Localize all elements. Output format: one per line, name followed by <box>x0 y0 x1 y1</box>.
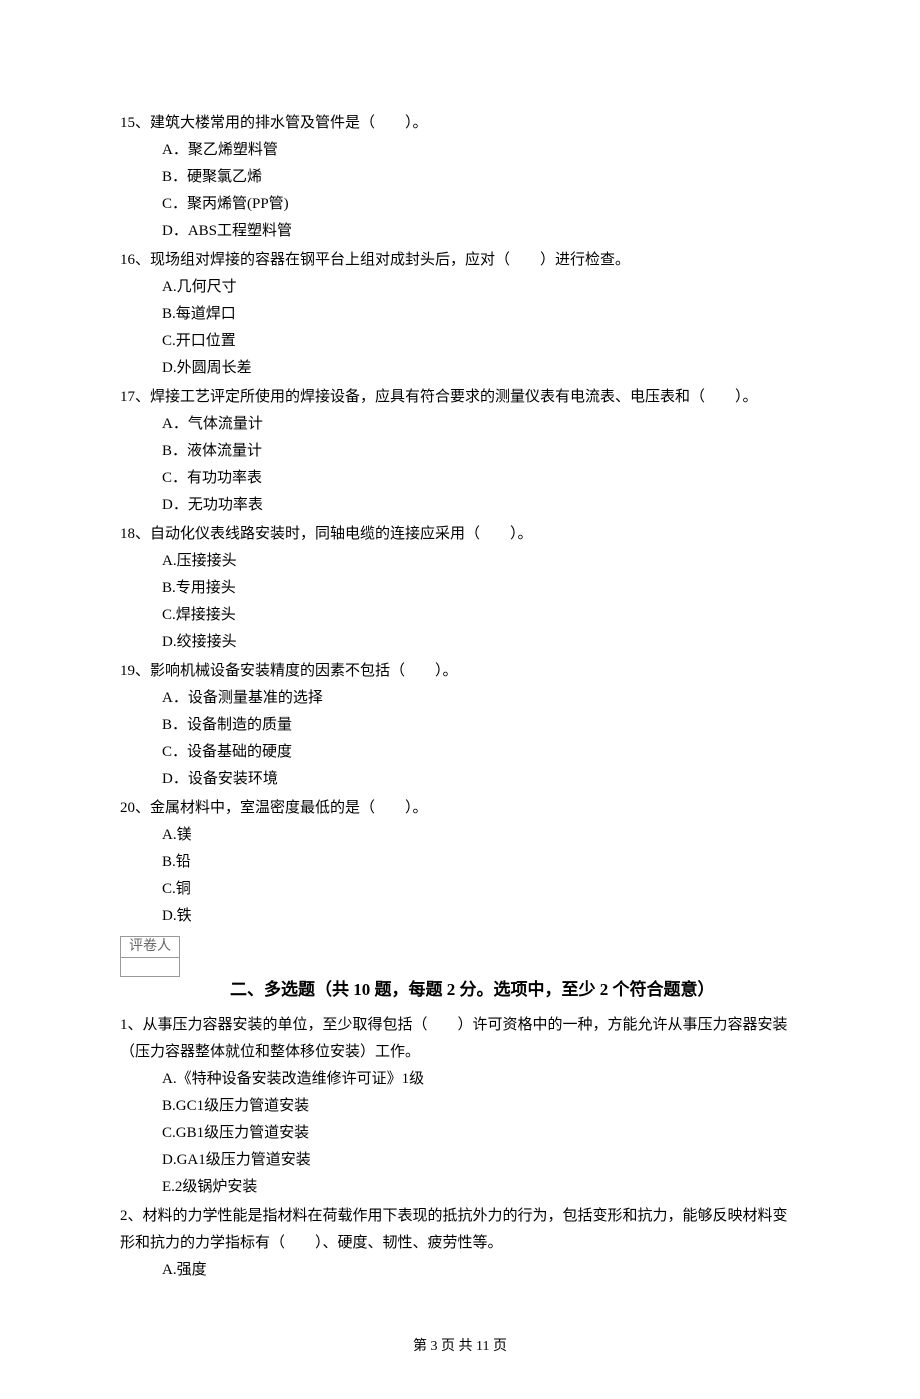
q-stem: 、材料的力学性能是指材料在荷载作用下表现的抵抗外力的行为，包括变形和抗力，能够反… <box>120 1208 788 1251</box>
option-c: C．聚丙烯管(PP管) <box>120 191 800 218</box>
question-17: 17、焊接工艺评定所使用的焊接设备，应具有符合要求的测量仪表有电流表、电压表和（… <box>120 384 800 519</box>
option-b: B.GC1级压力管道安装 <box>120 1093 800 1120</box>
option-e: E.2级锅炉安装 <box>120 1174 800 1201</box>
q-num: 19 <box>120 663 135 679</box>
option-d: D．设备安装环境 <box>120 766 800 793</box>
section-2-header: 二、多选题（共 10 题，每题 2 分。选项中，至少 2 个符合题意） <box>230 975 800 1006</box>
q-num: 16 <box>120 252 135 268</box>
question-15: 15、建筑大楼常用的排水管及管件是（ ）。 A．聚乙烯塑料管 B．硬聚氯乙烯 C… <box>120 110 800 245</box>
option-d: D.外圆周长差 <box>120 355 800 382</box>
option-d: D.GA1级压力管道安装 <box>120 1147 800 1174</box>
question-text: 18、自动化仪表线路安装时，同轴电缆的连接应采用（ ）。 <box>120 521 800 548</box>
q-stem: 、焊接工艺评定所使用的焊接设备，应具有符合要求的测量仪表有电流表、电压表和（ ）… <box>135 389 758 405</box>
grader-empty <box>121 958 179 976</box>
option-a: A．气体流量计 <box>120 411 800 438</box>
option-c: C.开口位置 <box>120 328 800 355</box>
q-stem: 、建筑大楼常用的排水管及管件是（ ）。 <box>135 115 428 131</box>
question-text: 15、建筑大楼常用的排水管及管件是（ ）。 <box>120 110 800 137</box>
option-c: C.焊接接头 <box>120 602 800 629</box>
option-c: C.GB1级压力管道安装 <box>120 1120 800 1147</box>
option-a: A.《特种设备安装改造维修许可证》1级 <box>120 1066 800 1093</box>
option-b: B.铅 <box>120 849 800 876</box>
option-a: A.几何尺寸 <box>120 274 800 301</box>
option-a: A．设备测量基准的选择 <box>120 685 800 712</box>
question-19: 19、影响机械设备安装精度的因素不包括（ ）。 A．设备测量基准的选择 B．设备… <box>120 658 800 793</box>
option-b: B.每道焊口 <box>120 301 800 328</box>
option-c: C．有功功率表 <box>120 465 800 492</box>
option-b: B．硬聚氯乙烯 <box>120 164 800 191</box>
q-num: 15 <box>120 115 135 131</box>
option-d: D．ABS工程塑料管 <box>120 218 800 245</box>
option-c: C.铜 <box>120 876 800 903</box>
option-b: B．液体流量计 <box>120 438 800 465</box>
question-text: 19、影响机械设备安装精度的因素不包括（ ）。 <box>120 658 800 685</box>
question-text: 16、现场组对焊接的容器在钢平台上组对成封头后，应对（ ）进行检查。 <box>120 247 800 274</box>
question-text: 17、焊接工艺评定所使用的焊接设备，应具有符合要求的测量仪表有电流表、电压表和（… <box>120 384 800 411</box>
option-b: B.专用接头 <box>120 575 800 602</box>
option-d: D.绞接接头 <box>120 629 800 656</box>
q-num: 1 <box>120 1017 128 1033</box>
option-c: C．设备基础的硬度 <box>120 739 800 766</box>
page-footer: 第 3 页 共 11 页 <box>120 1334 800 1359</box>
q-num: 17 <box>120 389 135 405</box>
q-stem: 、现场组对焊接的容器在钢平台上组对成封头后，应对（ ）进行检查。 <box>135 252 630 268</box>
question-text: 2、材料的力学性能是指材料在荷载作用下表现的抵抗外力的行为，包括变形和抗力，能够… <box>120 1203 800 1257</box>
grader-box: 评卷人 <box>120 936 180 977</box>
option-a: A.镁 <box>120 822 800 849</box>
q-stem: 、从事压力容器安装的单位，至少取得包括（ ）许可资格中的一种，方能允许从事压力容… <box>120 1017 788 1060</box>
question-text: 20、金属材料中，室温密度最低的是（ ）。 <box>120 795 800 822</box>
option-b: B．设备制造的质量 <box>120 712 800 739</box>
q-num: 18 <box>120 526 135 542</box>
option-a: A.压接接头 <box>120 548 800 575</box>
q-stem: 、自动化仪表线路安装时，同轴电缆的连接应采用（ ）。 <box>135 526 533 542</box>
option-d: D．无功功率表 <box>120 492 800 519</box>
option-a: A．聚乙烯塑料管 <box>120 137 800 164</box>
multi-question-1: 1、从事压力容器安装的单位，至少取得包括（ ）许可资格中的一种，方能允许从事压力… <box>120 1012 800 1201</box>
question-20: 20、金属材料中，室温密度最低的是（ ）。 A.镁 B.铅 C.铜 D.铁 <box>120 795 800 930</box>
question-18: 18、自动化仪表线路安装时，同轴电缆的连接应采用（ ）。 A.压接接头 B.专用… <box>120 521 800 656</box>
grader-label: 评卷人 <box>121 937 179 958</box>
question-text: 1、从事压力容器安装的单位，至少取得包括（ ）许可资格中的一种，方能允许从事压力… <box>120 1012 800 1066</box>
q-num: 2 <box>120 1208 128 1224</box>
multi-question-2: 2、材料的力学性能是指材料在荷载作用下表现的抵抗外力的行为，包括变形和抗力，能够… <box>120 1203 800 1284</box>
q-stem: 、影响机械设备安装精度的因素不包括（ ）。 <box>135 663 458 679</box>
question-16: 16、现场组对焊接的容器在钢平台上组对成封头后，应对（ ）进行检查。 A.几何尺… <box>120 247 800 382</box>
q-num: 20 <box>120 800 135 816</box>
q-stem: 、金属材料中，室温密度最低的是（ ）。 <box>135 800 428 816</box>
option-d: D.铁 <box>120 903 800 930</box>
option-a: A.强度 <box>120 1257 800 1284</box>
